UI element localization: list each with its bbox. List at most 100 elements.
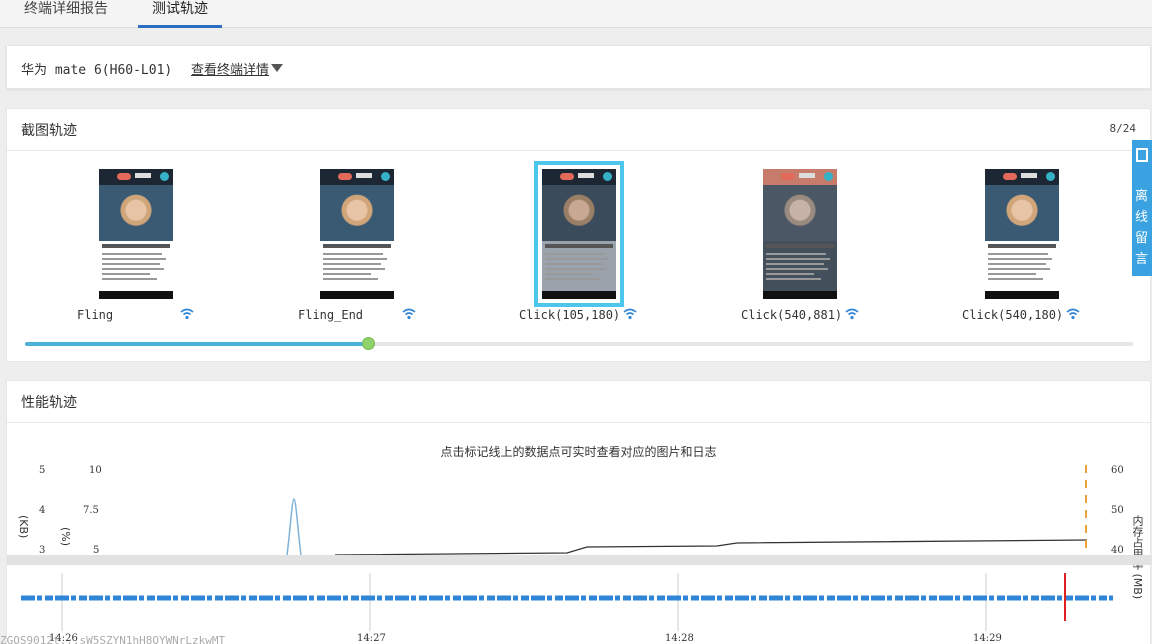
thumb-nav-bar bbox=[542, 291, 616, 299]
thumb-pill-label bbox=[356, 173, 372, 178]
screenshot-thumbnail[interactable] bbox=[99, 169, 173, 299]
thumb-text-line bbox=[545, 258, 609, 260]
device-card: 华为 mate 6(H60-L01) 查看终端详情 bbox=[6, 45, 1151, 89]
wifi-icon bbox=[402, 308, 416, 320]
thumb-text-line bbox=[102, 278, 157, 280]
thumb-text-line bbox=[766, 263, 824, 265]
thumb-nav-bar bbox=[99, 291, 173, 299]
thumb-name-line bbox=[323, 244, 391, 248]
thumb-text-line bbox=[545, 253, 605, 255]
thumb-text-line bbox=[545, 278, 600, 280]
screenshot-counter: 8/24 bbox=[1109, 122, 1137, 135]
memory-series-line bbox=[334, 539, 1088, 556]
thumb-app-bar bbox=[320, 169, 394, 185]
thumb-text-line bbox=[545, 268, 607, 270]
wifi-icon bbox=[623, 308, 637, 320]
thumb-text-line bbox=[102, 273, 150, 275]
thumb-pill-label bbox=[799, 173, 815, 178]
offline-message-label: 离线留言 bbox=[1135, 189, 1149, 267]
thumb-text-line bbox=[988, 263, 1046, 265]
thumb-name-line bbox=[988, 244, 1056, 248]
screenshot-thumbnail[interactable] bbox=[985, 169, 1059, 299]
performance-trace-card: 性能轨迹 点击标记线上的数据点可实时查看对应的图片和日志 5 4 3 10 7.… bbox=[6, 380, 1152, 644]
thumb-text-line bbox=[545, 273, 593, 275]
thumb-pill-label bbox=[578, 173, 594, 178]
thumb-text-area bbox=[99, 241, 173, 291]
thumb-text-line bbox=[766, 268, 828, 270]
thumb-profile-photo bbox=[985, 185, 1059, 241]
screenshot-action-label: Click(540,180) bbox=[962, 308, 1064, 322]
x-tick: 14:28 bbox=[665, 633, 694, 644]
thumb-text-line bbox=[323, 253, 383, 255]
tab-terminal-report[interactable]: 终端详细报告 bbox=[24, 0, 108, 28]
thumb-app-bar bbox=[763, 169, 837, 185]
thumb-text-line bbox=[988, 273, 1036, 275]
thumb-action-dot bbox=[160, 172, 169, 181]
thumb-text-line bbox=[766, 258, 830, 260]
thumb-profile-photo bbox=[763, 185, 837, 241]
x-tick: 14:29 bbox=[973, 633, 1002, 644]
divider bbox=[7, 150, 1150, 151]
thumb-action-dot bbox=[1046, 172, 1055, 181]
thumb-text-line bbox=[102, 253, 162, 255]
thumb-text-line bbox=[102, 263, 160, 265]
screenshot-action-label: Click(540,881) bbox=[741, 308, 843, 322]
thumb-pill bbox=[1003, 173, 1017, 180]
caret-down-icon[interactable] bbox=[271, 64, 283, 72]
performance-chart[interactable] bbox=[7, 381, 1152, 643]
thumb-app-bar bbox=[985, 169, 1059, 185]
device-name: 华为 mate 6(H60-L01) bbox=[21, 63, 173, 78]
thumb-text-area bbox=[985, 241, 1059, 291]
thumb-action-dot bbox=[603, 172, 612, 181]
timeline-slider-fill bbox=[25, 342, 368, 346]
thumb-action-dot bbox=[381, 172, 390, 181]
thumb-nav-bar bbox=[763, 291, 837, 299]
screenshot-trace-title: 截图轨迹 bbox=[21, 123, 77, 139]
tab-bar: 终端详细报告 测试轨迹 bbox=[0, 0, 1152, 28]
thumb-pill bbox=[781, 173, 795, 180]
thumb-pill bbox=[560, 173, 574, 180]
thumb-text-line bbox=[102, 258, 166, 260]
thumb-text-line bbox=[988, 268, 1050, 270]
thumb-text-line bbox=[766, 278, 821, 280]
thumb-profile-photo bbox=[99, 185, 173, 241]
thumb-text-line bbox=[323, 278, 378, 280]
thumb-pill-label bbox=[1021, 173, 1037, 178]
thumb-text-line bbox=[766, 253, 826, 255]
thumb-action-dot bbox=[824, 172, 833, 181]
screenshot-trace-card: 截图轨迹 8/24 Fling Fling_End Click(105,180) Cl… bbox=[6, 108, 1151, 362]
thumb-text-line bbox=[988, 258, 1052, 260]
thumb-pill-label bbox=[135, 173, 151, 178]
screenshot-thumbnail[interactable] bbox=[320, 169, 394, 299]
thumb-text-area bbox=[320, 241, 394, 291]
thumb-nav-bar bbox=[985, 291, 1059, 299]
thumb-text-line bbox=[323, 263, 381, 265]
thumb-text-line bbox=[545, 263, 603, 265]
thumb-text-line bbox=[323, 258, 387, 260]
thumb-text-line bbox=[102, 268, 164, 270]
screenshot-thumbnail[interactable] bbox=[763, 169, 837, 299]
thumb-text-line bbox=[988, 278, 1043, 280]
x-tick: 14:27 bbox=[357, 633, 386, 644]
thumb-nav-bar bbox=[320, 291, 394, 299]
cpu-series-line bbox=[286, 498, 302, 556]
tab-test-trace[interactable]: 测试轨迹 bbox=[138, 0, 222, 28]
view-device-details-link[interactable]: 查看终端详情 bbox=[191, 59, 269, 78]
timeline-slider-handle[interactable] bbox=[362, 337, 375, 350]
screenshot-thumbnail[interactable] bbox=[534, 161, 624, 307]
screenshot-action-label: Click(105,180) bbox=[519, 308, 621, 322]
thumb-pill bbox=[338, 173, 352, 180]
timeline-slider[interactable] bbox=[25, 337, 1133, 350]
offline-message-tab[interactable]: 离线留言 bbox=[1132, 140, 1152, 276]
wifi-icon bbox=[180, 308, 194, 320]
wifi-icon bbox=[1066, 308, 1080, 320]
thumb-pill bbox=[117, 173, 131, 180]
thumb-text-line bbox=[323, 268, 385, 270]
thumb-name-line bbox=[102, 244, 170, 248]
thumb-profile-photo bbox=[320, 185, 394, 241]
watermark-text: ZGOS9012t...sW5SZYN1hH8QYWNrLzkwMT bbox=[0, 634, 226, 644]
wifi-icon bbox=[845, 308, 859, 320]
thumb-profile-photo bbox=[542, 185, 616, 241]
thumb-text-line bbox=[988, 253, 1048, 255]
thumb-text-line bbox=[766, 273, 814, 275]
